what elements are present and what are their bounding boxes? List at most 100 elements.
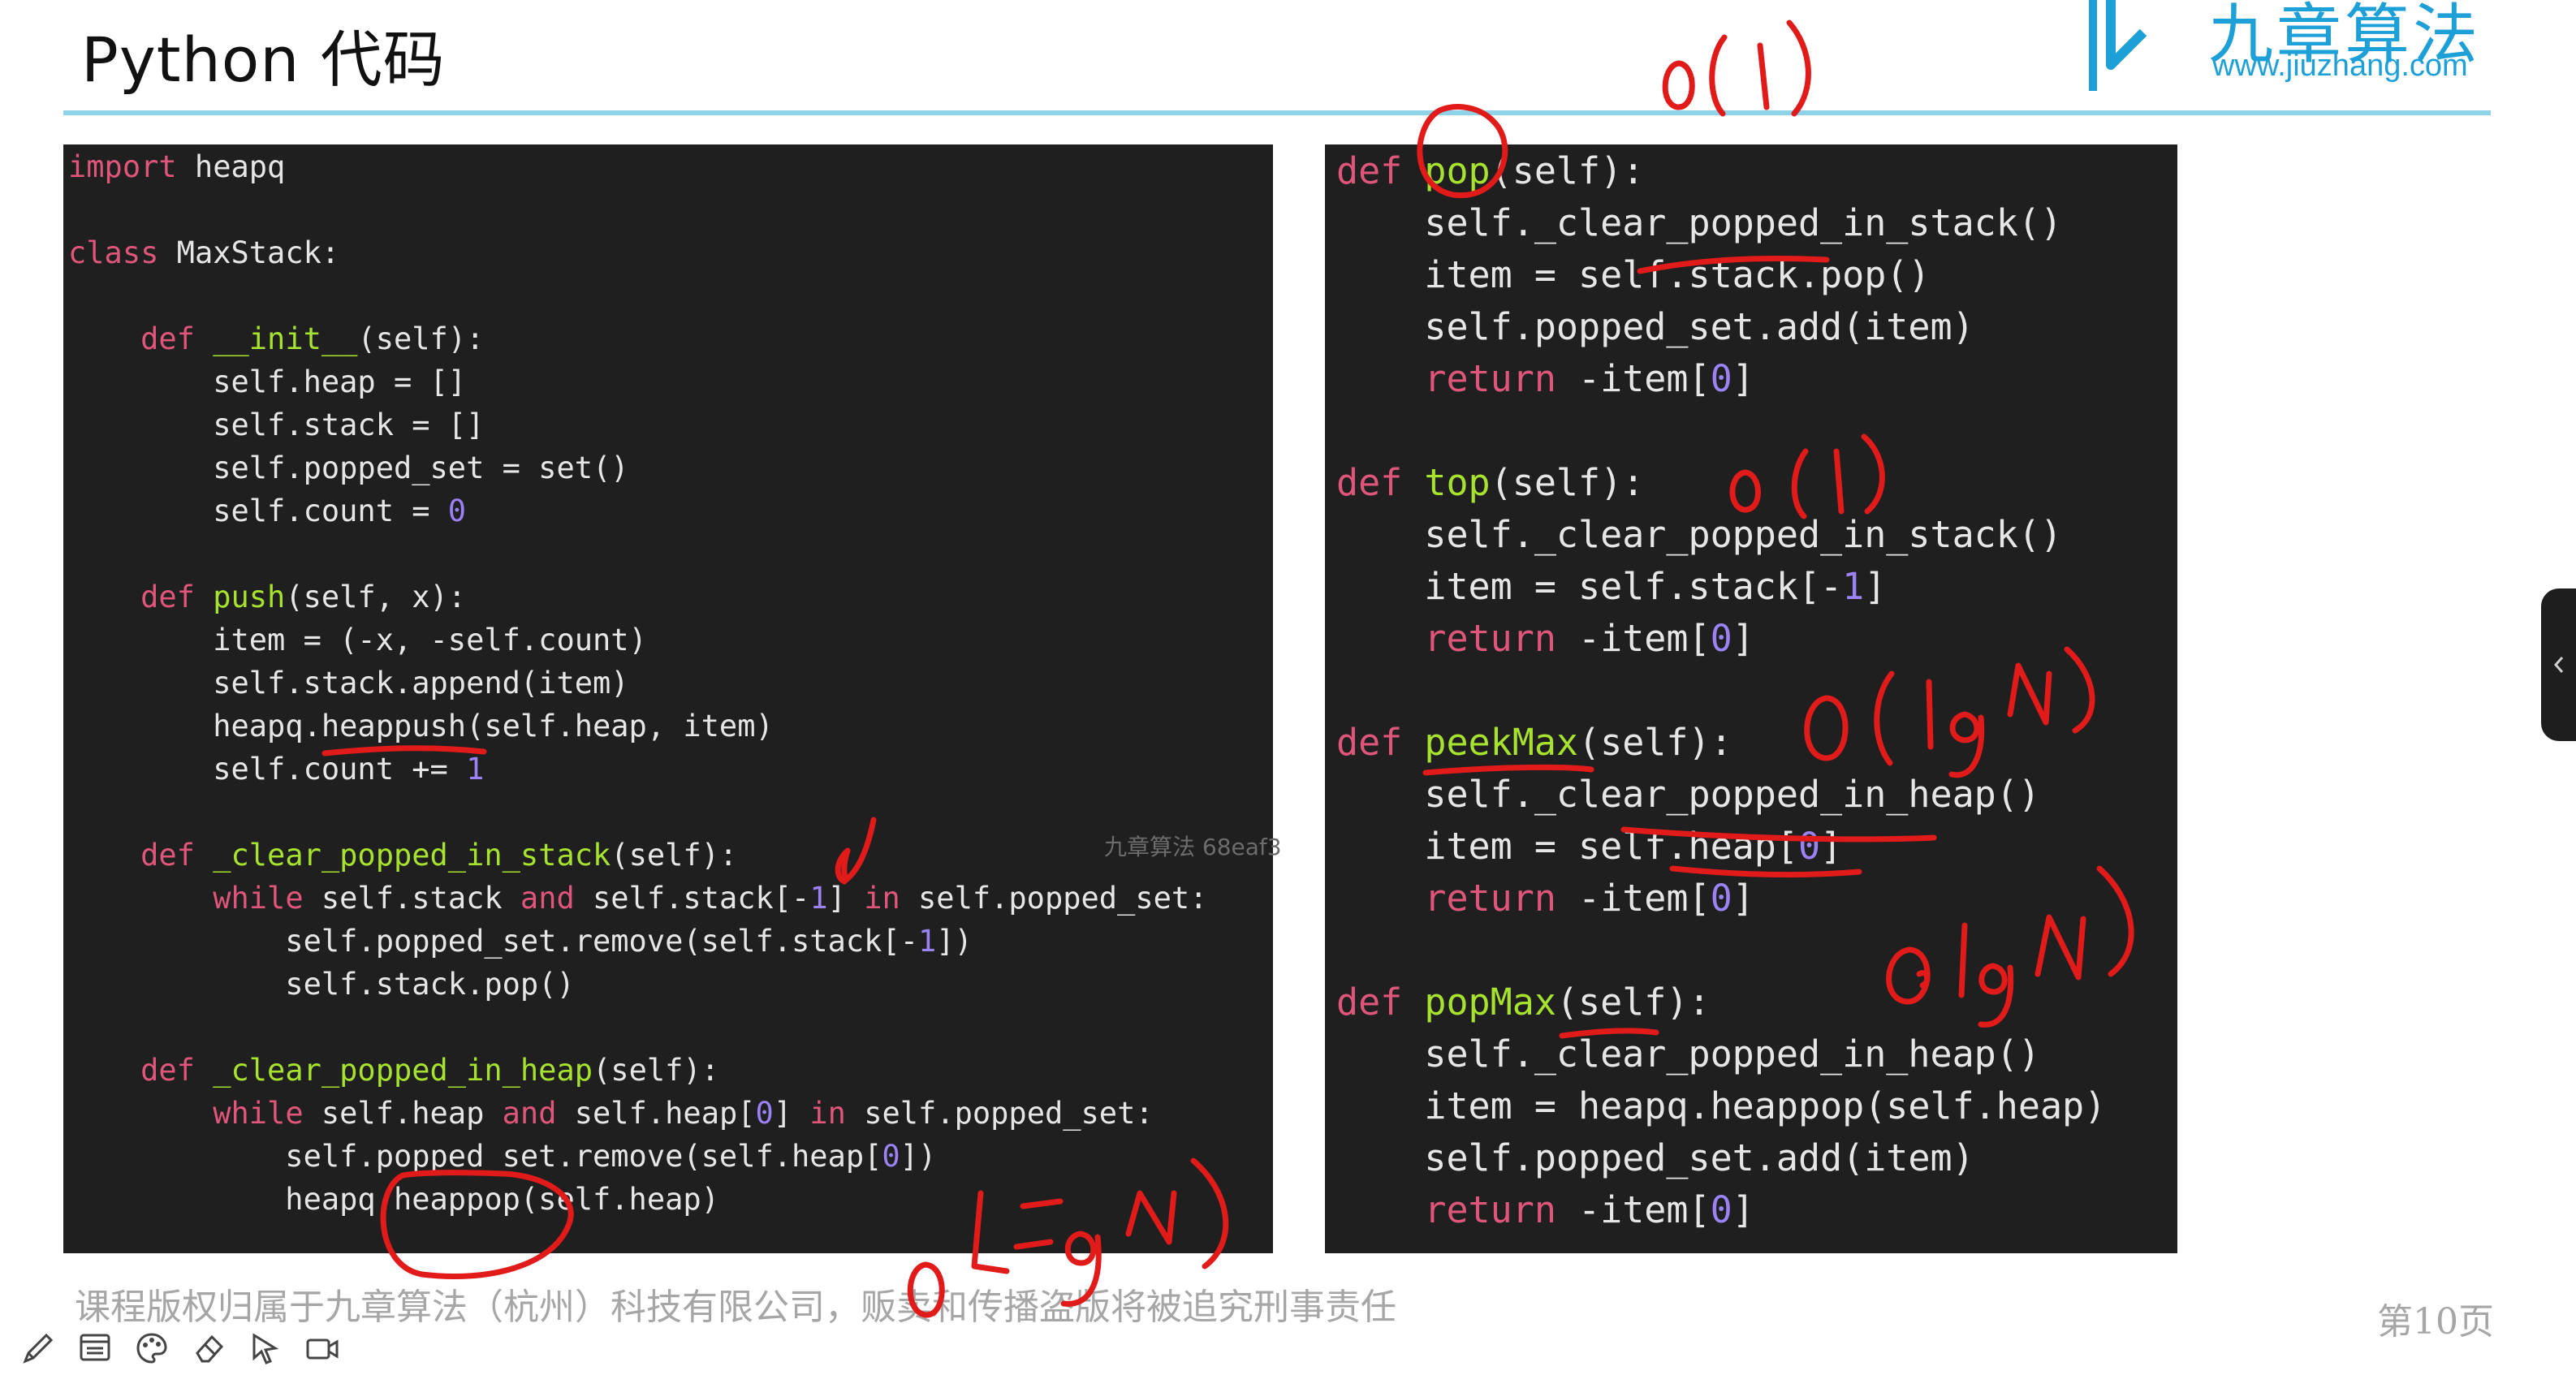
eraser-icon[interactable] — [187, 1326, 231, 1370]
code-token: (self, x): — [285, 580, 467, 614]
code-token: def — [140, 580, 195, 614]
code-token: MaxStack: — [158, 235, 340, 270]
code-token: (self): — [1556, 981, 1711, 1024]
code-line: self._clear_popped_in_heap() — [1336, 773, 2040, 816]
code-token: (self): — [1578, 721, 1732, 764]
pencil-icon[interactable] — [16, 1326, 60, 1370]
copyright-footer: 课程版权归属于九章算法（杭州）科技有限公司，贩卖和传播盗版将被追究刑事责任 — [75, 1287, 1396, 1328]
code-token: import — [68, 149, 177, 184]
code-line: self._clear_popped_in_heap() — [1336, 1032, 2040, 1075]
palette-icon[interactable] — [130, 1326, 174, 1370]
side-panel-toggle[interactable] — [2541, 588, 2576, 741]
code-token: class — [68, 235, 159, 270]
code-token: pop — [1424, 149, 1491, 192]
code-token: self._clear_popped_in_heap() — [1336, 1032, 2040, 1075]
code-token: _clear_popped_in_heap — [213, 1053, 593, 1088]
code-token: self.stack — [303, 881, 520, 916]
code-token: def — [1336, 981, 1403, 1024]
code-token: heapq.heappop(self.heap) — [68, 1182, 719, 1217]
code-line: item = (-x, -self.count) — [68, 623, 647, 657]
camera-icon[interactable] — [300, 1326, 344, 1370]
code-line: def pop(self): — [1336, 149, 1644, 192]
code-line: heapq.heappop(self.heap) — [68, 1182, 719, 1217]
code-token: push — [213, 580, 286, 614]
watermark: 九章算法 68eaf3 — [1104, 834, 1282, 860]
code-token: while — [213, 881, 304, 916]
code-line: self.stack = [] — [68, 407, 484, 442]
code-line: self.popped_set.remove(self.stack[-1]) — [68, 924, 973, 959]
code-token: return — [1424, 877, 1556, 920]
code-token: 0 — [1710, 1188, 1732, 1231]
annotation-toolbar — [16, 1326, 357, 1375]
code-token: ] — [1732, 617, 1754, 660]
code-line: def top(self): — [1336, 461, 1644, 504]
code-token: and — [502, 1096, 557, 1131]
code-token: in — [864, 881, 900, 916]
code-token: return — [1424, 357, 1556, 400]
logo: 九章算法 www.jiuzhang.com — [2078, 0, 2533, 96]
code-token: peekMax — [1424, 721, 1579, 764]
code-token: def — [1336, 721, 1403, 764]
slide: Python 代码 九章算法 www.jiuzhang.com import h… — [0, 0, 2576, 1388]
code-token: 0 — [1710, 877, 1732, 920]
code-token: 0 — [755, 1096, 774, 1131]
code-token: self.count = — [68, 494, 448, 528]
code-token: return — [1424, 1188, 1556, 1231]
code-line: class MaxStack: — [68, 235, 339, 270]
code-line: return -item[0] — [1336, 877, 1754, 920]
slide-title: Python 代码 — [81, 24, 446, 96]
whiteboard-icon[interactable] — [73, 1326, 117, 1370]
code-token: 1 — [1842, 565, 1865, 608]
code-line: while self.stack and self.stack[-1] in s… — [68, 881, 1207, 916]
code-line: self.popped_set.remove(self.heap[0]) — [68, 1139, 936, 1174]
code-line: def push(self, x): — [68, 580, 466, 614]
code-token: item = heapq.heappop(self.heap) — [1336, 1084, 2107, 1127]
code-line: return -item[0] — [1336, 357, 1754, 400]
code-token: self._clear_popped_in_heap() — [1336, 773, 2040, 816]
logo-url: www.jiuzhang.com — [2212, 49, 2468, 83]
code-token: self.popped_set.add(item) — [1336, 305, 1974, 348]
code-token: __init__ — [213, 321, 358, 356]
page-number: 第10页 — [2377, 1301, 2494, 1343]
code-panel-right: def pop(self): self._clear_popped_in_sta… — [1325, 144, 2177, 1253]
code-token: item = self.heap[ — [1336, 825, 1798, 868]
code-token: ] — [1732, 1188, 1754, 1231]
code-line: import heapq — [68, 149, 285, 184]
code-line: while self.heap and self.heap[0] in self… — [68, 1096, 1154, 1131]
code-token: and — [520, 881, 575, 916]
code-token: ]) — [900, 1139, 937, 1174]
code-line: item = self.stack.pop() — [1336, 253, 1930, 296]
code-line: self.count = 0 — [68, 494, 466, 528]
code-token: heapq — [176, 149, 286, 184]
code-token: ]) — [936, 924, 973, 959]
code-token: self.popped_set: — [845, 1096, 1154, 1131]
code-line: item = self.heap[0] — [1336, 825, 1842, 868]
code-token: 1 — [466, 752, 485, 787]
code-token: ] — [1732, 877, 1754, 920]
code-token: self._clear_popped_in_stack() — [1336, 201, 2063, 244]
code-token: top — [1424, 461, 1491, 504]
code-line: item = heapq.heappop(self.heap) — [1336, 1084, 2106, 1127]
code-token: -item[ — [1556, 877, 1711, 920]
code-token: -item[ — [1556, 357, 1711, 400]
code-token: def — [1336, 461, 1403, 504]
code-token: self.heap[ — [556, 1096, 756, 1131]
code-token: _clear_popped_in_stack — [213, 838, 611, 873]
code-token: -item[ — [1556, 617, 1711, 660]
code-token: 0 — [1797, 825, 1821, 868]
code-token: self.stack = [] — [68, 407, 485, 442]
pointer-icon[interactable] — [244, 1326, 287, 1370]
code-token: self.popped_set = set() — [68, 450, 629, 485]
code-line: self._clear_popped_in_stack() — [1336, 201, 2062, 244]
code-token: while — [213, 1096, 304, 1131]
